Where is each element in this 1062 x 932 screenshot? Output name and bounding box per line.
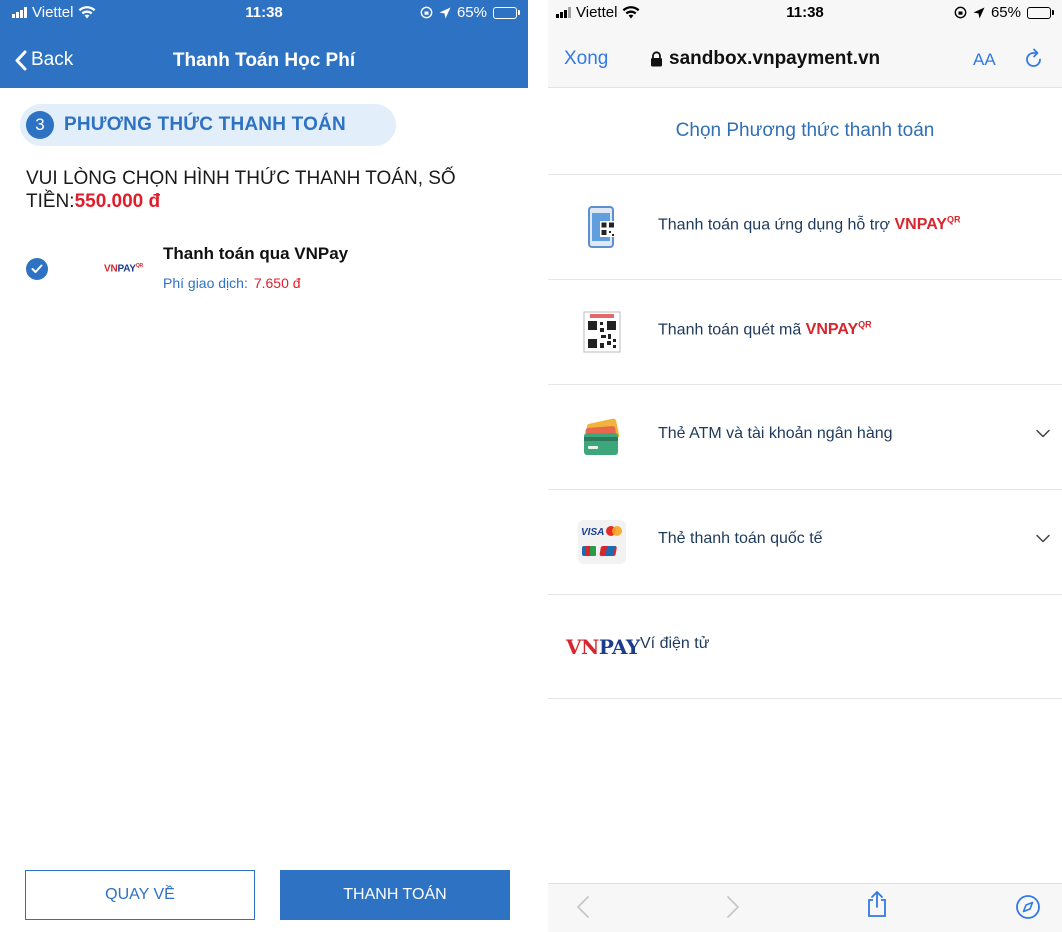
option-intl-card[interactable]: VISA Thẻ thanh toán quốc tế	[548, 489, 1062, 594]
option-label: Ví điện tử	[640, 635, 710, 652]
selected-check-icon[interactable]	[26, 258, 48, 280]
battery-percent: 65%	[456, 4, 487, 21]
vnpay-wordmark-tail: PAY	[598, 635, 640, 659]
qr-code-icon	[583, 311, 621, 353]
reload-icon[interactable]	[1024, 46, 1044, 70]
location-icon	[439, 7, 451, 18]
brand-sup: QR	[858, 320, 872, 330]
option-text: Thanh toán quét mã	[658, 321, 802, 339]
option-label: Thanh toán qua ứng dụng hỗ trợ VNPAYQR	[658, 215, 960, 234]
option-scan-qr[interactable]: Thanh toán quét mã VNPAYQR	[548, 279, 1062, 384]
url-bar[interactable]: sandbox.vnpayment.vn	[650, 48, 880, 70]
checkmark-icon	[31, 264, 43, 273]
page-title: Thanh Toán Học Phí	[172, 50, 356, 71]
location-icon	[973, 7, 985, 18]
status-right-right: 65%	[954, 4, 1054, 21]
phone-qr-icon	[588, 206, 616, 248]
browser-back-icon[interactable]	[576, 895, 590, 919]
fee-value: 7.650 đ	[253, 275, 301, 291]
browser-screen: Viettel 11:38 65% Xong sandbox.vnpayment…	[548, 0, 1062, 932]
method-fee: Phí giao dịch: 7.650 đ	[163, 275, 301, 291]
option-text: Thanh toán qua ứng dụng hỗ trợ	[658, 216, 891, 234]
option-label: Thẻ thanh toán quốc tế	[658, 530, 823, 547]
share-icon[interactable]	[866, 890, 888, 918]
battery-icon	[493, 6, 520, 19]
url-text: sandbox.vnpayment.vn	[669, 48, 881, 69]
fee-label: Phí giao dịch:	[163, 275, 248, 291]
battery-percent: 65%	[990, 4, 1021, 21]
intl-cards-icon: VISA	[578, 520, 626, 564]
chevron-down-icon[interactable]	[1036, 429, 1050, 438]
atm-card-icon	[584, 418, 620, 455]
choose-method-title: Chọn Phương thức thanh toán	[675, 120, 935, 141]
option-app-qr[interactable]: Thanh toán qua ứng dụng hỗ trợ VNPAYQR	[548, 174, 1062, 279]
vnpay-logo-tail: PAY	[117, 263, 137, 275]
browser-nav: Xong sandbox.vnpayment.vn AA	[548, 44, 1062, 78]
step-number: 3	[26, 111, 54, 139]
app-header: Viettel 11:38 65% Back Thanh Toán Học Ph…	[0, 0, 528, 88]
payment-method-vnpay[interactable]: VNPAYQR Thanh toán qua VNPay Phí giao dị…	[24, 240, 504, 296]
lock-icon	[651, 51, 662, 67]
visa-logo-text: VISA	[581, 527, 604, 538]
app-screen: Viettel 11:38 65% Back Thanh Toán Học Ph…	[0, 0, 528, 932]
done-button[interactable]: Xong	[564, 48, 608, 70]
payment-prompt: VUI LÒNG CHỌN HÌNH THỨC THANH TOÁN, SỐ T…	[26, 167, 506, 213]
screenshot-canvas: Viettel 11:38 65% Back Thanh Toán Học Ph…	[0, 0, 1062, 932]
pay-button[interactable]: THANH TOÁN	[280, 870, 510, 920]
option-label: Thẻ ATM và tài khoản ngân hàng	[658, 425, 893, 442]
battery-icon	[1027, 6, 1054, 19]
status-bar: Viettel 11:38 65%	[0, 0, 528, 26]
status-bar-right: Viettel 11:38 65%	[548, 0, 1062, 26]
back-to-previous-button[interactable]: QUAY VỀ	[25, 870, 255, 920]
status-right: 65%	[420, 4, 520, 21]
option-label: Thanh toán quét mã VNPAYQR	[658, 320, 872, 339]
compass-icon[interactable]	[1015, 894, 1041, 920]
payment-amount: 550.000 đ	[74, 191, 161, 212]
orientation-lock-icon	[954, 6, 967, 19]
nav-bar: Back Thanh Toán Học Phí	[0, 40, 528, 84]
text-size-button[interactable]: AA	[973, 50, 996, 70]
vnpay-logo: VNPAYQR	[104, 263, 143, 275]
step-header: 3 PHƯƠNG THỨC THANH TOÁN	[20, 104, 396, 146]
method-name: Thanh toán qua VNPay	[163, 244, 349, 263]
brand-text: VNPAY	[805, 321, 859, 339]
option-atm[interactable]: Thẻ ATM và tài khoản ngân hàng	[548, 384, 1062, 489]
browser-forward-icon[interactable]	[726, 895, 740, 919]
browser-toolbar	[548, 883, 1062, 932]
orientation-lock-icon	[420, 6, 433, 19]
option-ewallet[interactable]: VNPAY Ví điện tử	[548, 594, 1062, 699]
brand-sup: QR	[946, 215, 961, 225]
step-label: PHƯƠNG THỨC THANH TOÁN	[64, 114, 346, 135]
browser-header: Viettel 11:38 65% Xong sandbox.vnpayment…	[548, 0, 1062, 88]
vnpay-wordmark: VNPAY	[566, 635, 640, 659]
chevron-down-icon[interactable]	[1036, 534, 1050, 543]
brand-text: VNPAY	[894, 216, 947, 234]
